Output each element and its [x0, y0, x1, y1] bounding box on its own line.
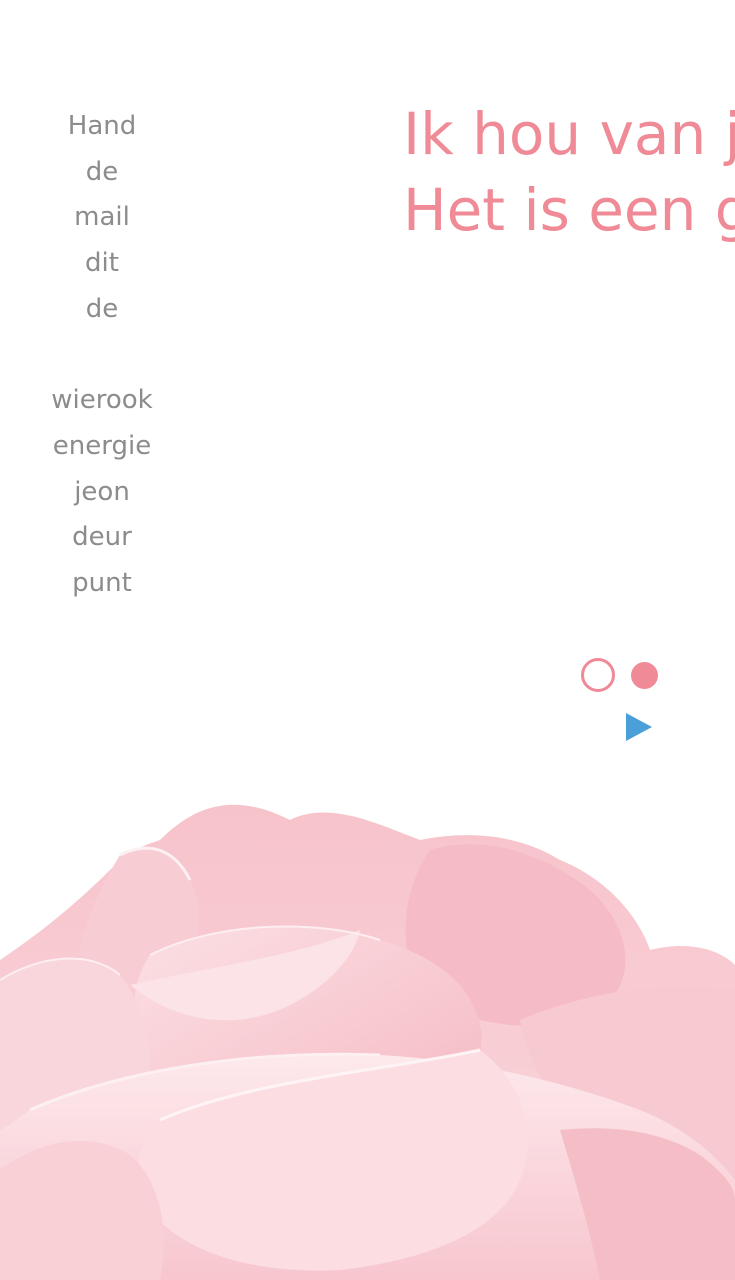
nav-item-mail[interactable]: mail — [0, 195, 204, 241]
nav-spacer — [0, 332, 204, 378]
nav-item-de[interactable]: de — [0, 150, 204, 196]
nav-item-hand[interactable]: Hand — [0, 104, 204, 150]
play-icon[interactable] — [624, 711, 654, 743]
side-navigation: Hand de mail dit de wierook energie jeon… — [0, 104, 204, 607]
nav-item-de-2[interactable]: de — [0, 287, 204, 333]
carousel-dot-1[interactable] — [581, 658, 615, 692]
nav-item-jeon[interactable]: jeon — [0, 470, 204, 516]
carousel-dot-2-active[interactable] — [631, 662, 658, 689]
nav-item-punt[interactable]: punt — [0, 561, 204, 607]
nav-item-deur[interactable]: deur — [0, 515, 204, 561]
rose-image — [0, 804, 735, 1280]
nav-item-energie[interactable]: energie — [0, 424, 204, 470]
headline-line-1: Ik hou van jo — [403, 100, 735, 168]
headline-line-2: Het is een ge — [403, 176, 735, 244]
hero-headline: Ik hou van jo Het is een ge — [403, 96, 735, 248]
carousel-pagination — [581, 658, 661, 694]
nav-item-wierook[interactable]: wierook — [0, 378, 204, 424]
nav-item-dit[interactable]: dit — [0, 241, 204, 287]
